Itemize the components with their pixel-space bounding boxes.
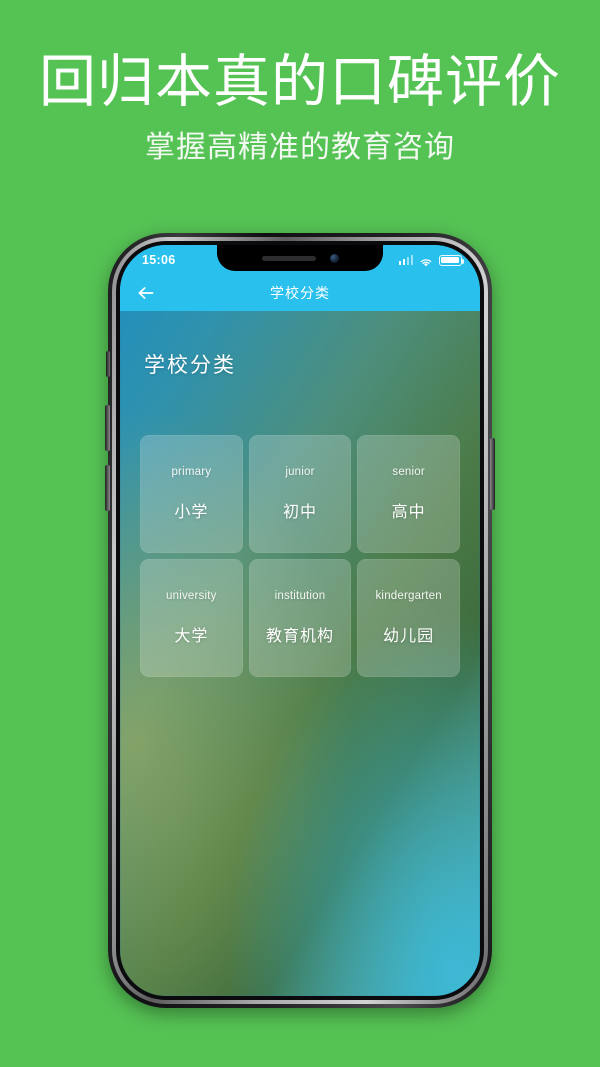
nav-bar-title: 学校分类 <box>270 285 330 301</box>
phone-screen: 15:06 学校分类 学校分类 primary 小学 junior 初中 sen… <box>120 245 480 996</box>
silence-switch-button[interactable] <box>106 351 110 377</box>
category-label-en: junior <box>285 466 315 478</box>
category-label-cn: 教育机构 <box>265 628 334 645</box>
category-label-cn: 幼儿园 <box>383 628 435 645</box>
category-label-en: kindergarten <box>375 590 442 602</box>
category-card-senior[interactable]: senior 高中 <box>357 435 460 553</box>
category-card-junior[interactable]: junior 初中 <box>248 435 352 553</box>
category-card-kindergarten[interactable]: kindergarten 幼儿园 <box>357 559 460 677</box>
phone-mockup: 15:06 学校分类 学校分类 primary 小学 junior 初中 sen… <box>105 233 495 1008</box>
screen-content: 学校分类 primary 小学 junior 初中 senior 高中 univ… <box>120 311 480 996</box>
phone-notch <box>217 245 383 271</box>
category-card-institution[interactable]: institution 教育机构 <box>248 559 352 677</box>
category-grid: primary 小学 junior 初中 senior 高中 universit… <box>140 435 460 677</box>
signal-bars-icon <box>398 255 413 265</box>
category-label-en: institution <box>274 590 326 602</box>
promo-copy: 回归本真的口碑评价 掌握高精准的教育咨询 <box>0 0 600 166</box>
category-card-primary[interactable]: primary 小学 <box>140 435 243 553</box>
front-camera-icon <box>329 253 339 263</box>
power-button[interactable] <box>490 438 495 510</box>
category-label-en: university <box>166 590 217 602</box>
status-bar-time: 15:06 <box>142 253 176 267</box>
category-card-university[interactable]: university 大学 <box>140 559 243 677</box>
back-button[interactable] <box>120 285 172 301</box>
promo-subheadline: 掌握高精准的教育咨询 <box>145 130 455 164</box>
battery-full-icon <box>439 254 465 266</box>
promo-page: 回归本真的口碑评价 掌握高精准的教育咨询 15:06 学校分类 学校分类 pri… <box>0 0 600 1067</box>
status-bar-icons <box>398 254 465 267</box>
category-label-cn: 初中 <box>282 504 317 521</box>
wifi-icon <box>419 255 433 267</box>
volume-up-button[interactable] <box>105 405 110 451</box>
promo-headline: 回归本真的口碑评价 <box>39 50 561 114</box>
volume-down-button[interactable] <box>105 465 110 511</box>
back-arrow-icon <box>136 285 156 301</box>
speaker-grille <box>261 255 316 261</box>
page-title: 学校分类 <box>144 354 236 377</box>
nav-bar: 学校分类 <box>120 275 480 311</box>
category-label-en: primary <box>171 466 212 478</box>
category-label-cn: 小学 <box>174 504 209 521</box>
category-label-en: senior <box>392 466 425 478</box>
category-label-cn: 高中 <box>391 504 426 521</box>
category-label-cn: 大学 <box>174 628 209 645</box>
